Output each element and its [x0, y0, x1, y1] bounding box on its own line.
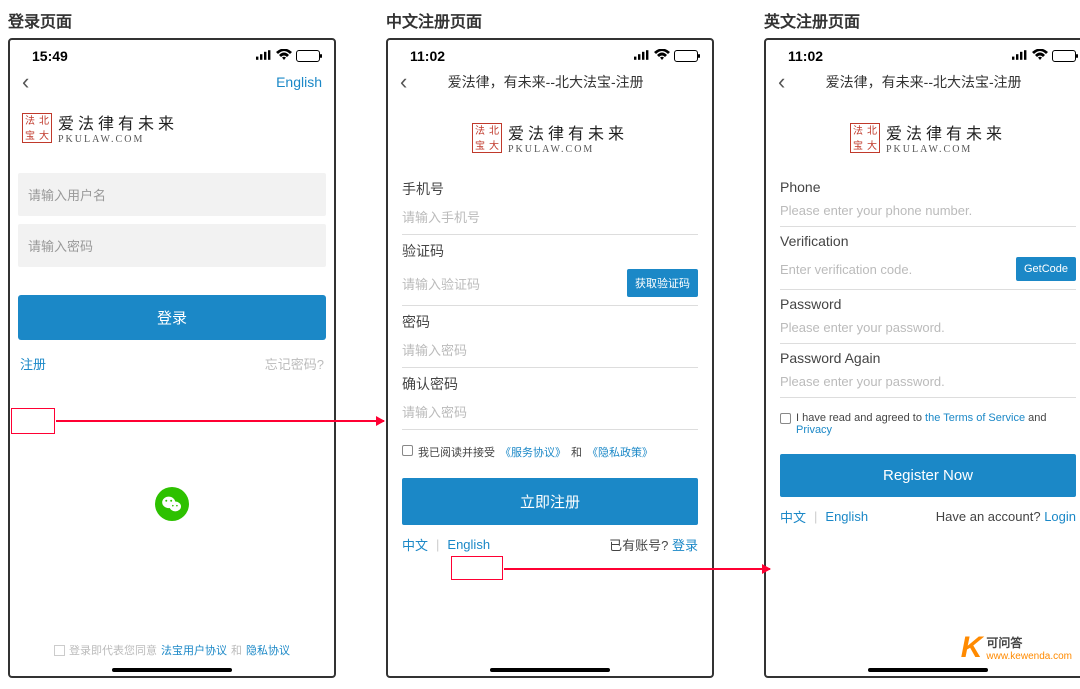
terms-link[interactable]: the Terms of Service: [925, 412, 1025, 424]
code-label: 验证码: [402, 241, 698, 261]
home-indicator: [112, 668, 232, 672]
watermark: K 可问答 www.kewenda.com: [961, 631, 1072, 665]
phone-input[interactable]: 请输入手机号: [402, 201, 698, 235]
get-code-button[interactable]: GetCode: [1016, 257, 1076, 281]
password-input[interactable]: 请输入密码: [402, 334, 698, 368]
code-input[interactable]: Enter verification code. GetCode: [780, 251, 1076, 290]
wifi-icon: [654, 48, 670, 64]
register-link[interactable]: 注册: [20, 354, 46, 373]
signal-icon: [634, 48, 650, 64]
agree-checkbox[interactable]: [54, 645, 65, 656]
username-input[interactable]: 请输入用户名: [18, 173, 326, 216]
password-label: 密码: [402, 312, 698, 332]
phone-login: 15:49 ‹ English 法北 宝大 爱法律有未来: [8, 38, 336, 678]
status-time: 15:49: [32, 48, 68, 64]
lang-cn[interactable]: 中文: [780, 507, 806, 526]
privacy-link[interactable]: Privacy: [796, 424, 832, 436]
login-link[interactable]: Login: [1044, 509, 1076, 524]
battery-icon: [296, 50, 320, 62]
annotation-arrow-1: [56, 420, 384, 422]
password-confirm-label: 确认密码: [402, 374, 698, 394]
agreement-row: 我已阅读并接受 《服务协议》 和 《隐私政策》: [388, 436, 712, 468]
lang-en[interactable]: English: [825, 509, 868, 524]
password-input[interactable]: 请输入密码: [18, 224, 326, 267]
phone-label: Phone: [780, 179, 1076, 195]
status-time: 11:02: [410, 48, 445, 64]
privacy-link[interactable]: 《隐私政策》: [587, 444, 653, 460]
phone-input[interactable]: Please enter your phone number.: [780, 197, 1076, 227]
status-bar: 15:49: [10, 40, 334, 68]
privacy-link[interactable]: 隐私协议: [246, 642, 290, 658]
code-input[interactable]: 请输入验证码 获取验证码: [402, 263, 698, 306]
logo: 法北 宝大 爱法律有未来 PKULAW.COM: [388, 100, 712, 179]
annotation-arrow-2: [504, 568, 770, 570]
agree-checkbox[interactable]: [780, 413, 791, 424]
get-code-button[interactable]: 获取验证码: [627, 269, 698, 297]
password-label: Password: [780, 296, 1076, 312]
footer-agreement: 登录即代表您同意 法宝用户协议 和 隐私协议: [10, 642, 334, 658]
signal-icon: [1012, 48, 1028, 64]
phone-register-cn: 11:02 ‹ 爱法律，有未来--北大法宝-注册 法北 宝大: [386, 38, 714, 678]
logo: 法北 宝大 爱法律有未来 PKULAW.COM: [766, 100, 1080, 179]
phone-register-en: 11:02 ‹ 爱法律，有未来--北大法宝-注册 法北 宝大: [764, 38, 1080, 678]
annotation-box-register: [11, 408, 55, 434]
home-indicator: [868, 668, 988, 672]
status-bar: 11:02: [766, 40, 1080, 68]
watermark-name: 可问答: [986, 634, 1072, 651]
home-indicator: [490, 668, 610, 672]
code-label: Verification: [780, 233, 1076, 249]
register-button[interactable]: 立即注册: [402, 478, 698, 525]
back-icon[interactable]: ‹: [22, 69, 29, 95]
agreement-row: I have read and agreed to the Terms of S…: [766, 404, 1080, 444]
lang-en[interactable]: English: [447, 537, 490, 552]
login-link[interactable]: 登录: [672, 538, 698, 553]
wechat-icon[interactable]: [155, 487, 189, 521]
watermark-logo-icon: K: [961, 631, 983, 665]
logo: 法北 宝大 爱法律有未来 PKULAW.COM: [10, 100, 334, 165]
register-button[interactable]: Register Now: [780, 454, 1076, 497]
password-confirm-label: Password Again: [780, 350, 1076, 366]
status-time: 11:02: [788, 48, 823, 64]
status-icons: [256, 48, 320, 64]
agree-checkbox[interactable]: [402, 445, 413, 456]
password-confirm-input[interactable]: 请输入密码: [402, 396, 698, 430]
forgot-password-link[interactable]: 忘记密码?: [265, 354, 324, 373]
section-title-register-en: 英文注册页面: [764, 8, 1080, 32]
section-title-login: 登录页面: [8, 8, 336, 32]
back-icon[interactable]: ‹: [778, 69, 785, 95]
section-title-register-cn: 中文注册页面: [386, 8, 714, 32]
nav-title: 爱法律，有未来--北大法宝-注册: [785, 72, 1062, 92]
back-icon[interactable]: ‹: [400, 69, 407, 95]
password-input[interactable]: Please enter your password.: [780, 314, 1076, 344]
watermark-url: www.kewenda.com: [986, 651, 1072, 662]
annotation-box-english-lang: [451, 556, 503, 580]
status-bar: 11:02: [388, 40, 712, 68]
terms-link[interactable]: 法宝用户协议: [161, 642, 227, 658]
have-account-text: Have an account?: [936, 509, 1041, 524]
wifi-icon: [1032, 48, 1048, 64]
wifi-icon: [276, 48, 292, 64]
battery-icon: [674, 50, 698, 62]
terms-link[interactable]: 《服务协议》: [500, 444, 566, 460]
have-account-text: 已有账号?: [609, 538, 668, 553]
nav-title: 爱法律，有未来--北大法宝-注册: [407, 72, 684, 92]
signal-icon: [256, 48, 272, 64]
lang-cn[interactable]: 中文: [402, 535, 428, 554]
login-button[interactable]: 登录: [18, 295, 326, 340]
english-link[interactable]: English: [276, 74, 322, 90]
battery-icon: [1052, 50, 1076, 62]
password-confirm-input[interactable]: Please enter your password.: [780, 368, 1076, 398]
phone-label: 手机号: [402, 179, 698, 199]
